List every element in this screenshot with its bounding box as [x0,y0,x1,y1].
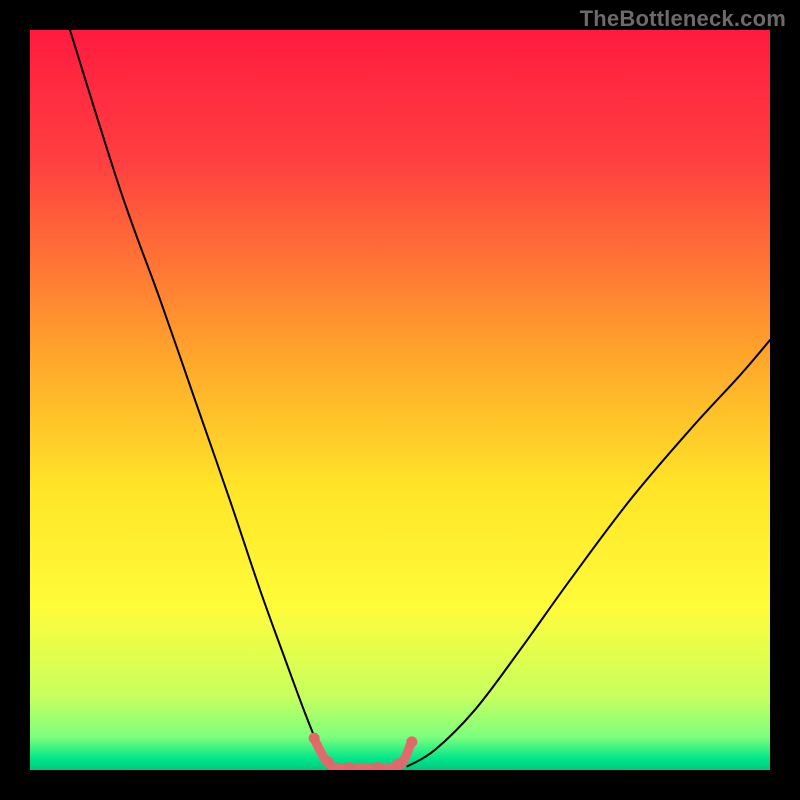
chart-frame: TheBottleneck.com [0,0,800,800]
plot-area [30,30,770,770]
marker-valley-dots-5 [406,736,417,747]
chart-canvas [30,30,770,770]
watermark-text: TheBottleneck.com [580,6,786,32]
marker-valley-dots-0 [309,733,320,744]
marker-valley-dots-4 [392,759,403,770]
gradient-background [30,30,770,770]
marker-valley-dots-1 [323,756,334,767]
